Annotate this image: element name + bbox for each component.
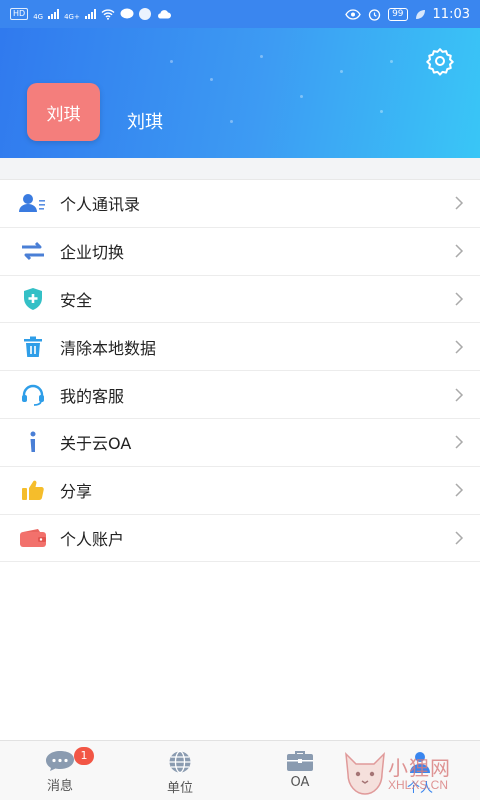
hd-indicator: HD [10,8,29,20]
map-decoration [170,60,173,63]
switch-arrows-icon [22,242,44,261]
menu-label: 清除本地数据 [60,338,157,358]
map-decoration [210,78,213,81]
avatar[interactable]: 刘琪 [27,83,100,141]
cloud-icon [157,10,171,19]
gear-icon [426,48,454,76]
signal-icon [48,9,60,19]
map-decoration [340,70,343,73]
menu-item-security[interactable]: 安全 [0,275,480,324]
clock-time: 11:03 [432,6,470,22]
tab-label: 单位 [166,781,193,796]
menu-label: 企业切换 [60,243,125,263]
chevron-right-icon [455,435,464,449]
settings-button[interactable] [424,45,456,77]
section-divider [0,158,480,180]
trash-icon [24,336,42,357]
map-decoration [380,110,383,113]
chat-icon [46,751,74,771]
network-type-1: 4G [33,13,44,21]
menu-label: 我的客服 [60,386,125,406]
chevron-right-icon [455,196,464,210]
chevron-right-icon [455,388,464,402]
chevron-right-icon [455,292,464,306]
contacts-icon [19,194,45,213]
chevron-right-icon [455,483,464,497]
menu-item-switch-company[interactable]: 企业切换 [0,227,480,276]
menu-label: 个人账户 [60,529,125,549]
thumbs-up-icon [22,480,44,501]
map-decoration [300,95,303,98]
chevron-right-icon [455,340,464,354]
tab-oa[interactable]: OA [240,741,360,800]
app-notification-icon [138,8,151,20]
map-decoration [260,55,263,58]
tab-label: OA [290,775,310,790]
tab-label: 消息 [46,779,73,794]
person-icon [410,752,430,773]
avatar-text: 刘琪 [46,104,81,125]
bottom-tab-bar: 1 消息 单位 OA 个人 [0,740,480,800]
message-notification-icon [120,8,134,19]
menu-label: 个人通讯录 [60,195,141,215]
tab-label: 个人 [406,781,433,796]
leaf-icon [415,9,425,19]
menu-item-about[interactable]: 关于云OA [0,418,480,467]
wifi-icon [101,9,115,20]
map-decoration [390,60,393,63]
tab-profile[interactable]: 个人 [360,741,480,800]
chevron-right-icon [455,244,464,258]
map-decoration [230,120,233,123]
menu-label: 关于云OA [60,434,132,454]
menu-item-contacts[interactable]: 个人通讯录 [0,180,480,228]
signal-icon [84,9,96,19]
info-icon [30,431,36,453]
tab-organization[interactable]: 单位 [120,741,240,800]
menu-item-clear-data[interactable]: 清除本地数据 [0,323,480,372]
menu-item-share[interactable]: 分享 [0,466,480,515]
status-bar: HD 4G 4G+ 99 11:03 [0,0,480,28]
globe-icon [169,750,191,774]
menu-label: 安全 [60,290,93,310]
menu-item-account[interactable]: 个人账户 [0,514,480,563]
battery-icon: 99 [388,7,408,21]
menu-item-customer-service[interactable]: 我的客服 [0,371,480,419]
unread-badge: 1 [74,747,94,765]
settings-menu: 个人通讯录 企业切换 安全 清除本地数据 我的客服 关于云OA 分享 个人账户 [0,180,480,563]
menu-label: 分享 [60,482,93,502]
wallet-icon [20,528,46,547]
user-name: 刘琪 [127,112,163,133]
tab-messages[interactable]: 1 消息 [0,741,120,800]
network-type-2: 4G+ [64,13,80,21]
chevron-right-icon [455,531,464,545]
headset-icon [22,384,44,406]
shield-icon [24,287,42,310]
briefcase-icon [287,751,313,771]
alarm-icon [368,8,381,21]
eye-icon [345,8,361,20]
